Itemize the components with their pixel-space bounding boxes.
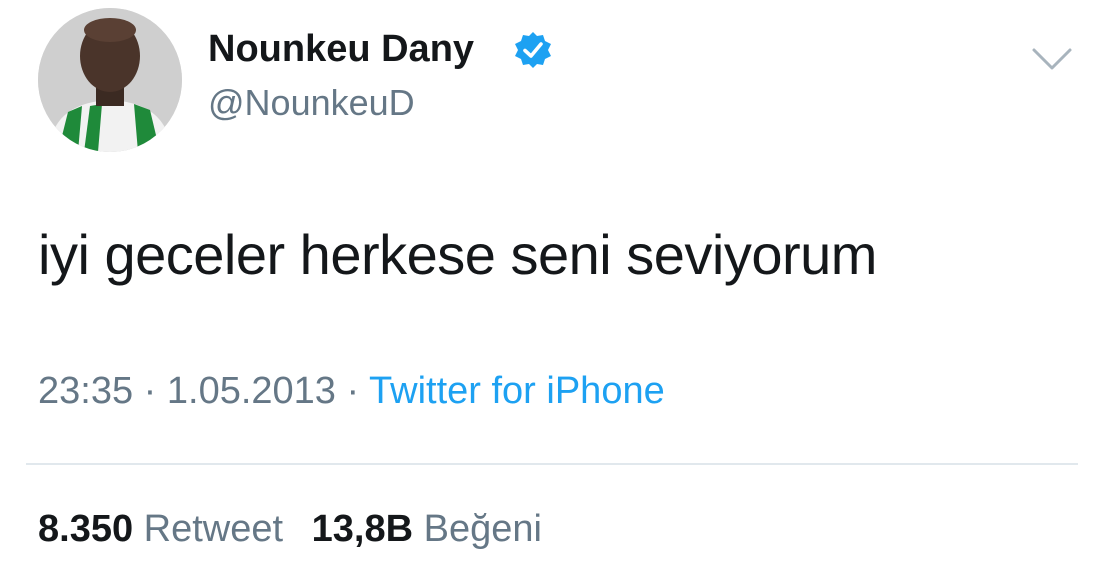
tweet-time[interactable]: 23:35 bbox=[38, 370, 133, 412]
retweet-count: 8.350 bbox=[38, 508, 134, 550]
author-handle[interactable]: @NounkeuD bbox=[208, 82, 415, 124]
divider bbox=[26, 463, 1078, 465]
verified-badge-icon bbox=[515, 32, 551, 68]
retweet-label: Retweet bbox=[143, 508, 284, 550]
meta-separator: · bbox=[346, 370, 360, 412]
tweet-source-link[interactable]: Twitter for iPhone bbox=[369, 370, 665, 412]
tweet-meta: 23:35 · 1.05.2013 · Twitter for iPhone bbox=[38, 370, 665, 413]
chevron-down-icon[interactable] bbox=[1030, 44, 1074, 74]
retweets-stat[interactable]: 8.350 Retweet bbox=[38, 508, 283, 551]
like-count: 13,8B bbox=[311, 508, 414, 550]
tweet-stats: 8.350 Retweet 13,8B Beğeni bbox=[38, 508, 542, 551]
author-avatar[interactable] bbox=[38, 8, 182, 152]
tweet-text: iyi geceler herkese seni seviyorum bbox=[38, 223, 877, 286]
tweet-card: Nounkeu Dany @NounkeuD iyi geceler herke… bbox=[0, 0, 1102, 566]
likes-stat[interactable]: 13,8B Beğeni bbox=[312, 508, 542, 551]
avatar-image bbox=[38, 8, 182, 152]
tweet-date[interactable]: 1.05.2013 bbox=[167, 370, 336, 412]
author-display-name[interactable]: Nounkeu Dany bbox=[208, 28, 474, 71]
like-label: Beğeni bbox=[423, 508, 542, 550]
meta-separator: · bbox=[143, 370, 157, 412]
